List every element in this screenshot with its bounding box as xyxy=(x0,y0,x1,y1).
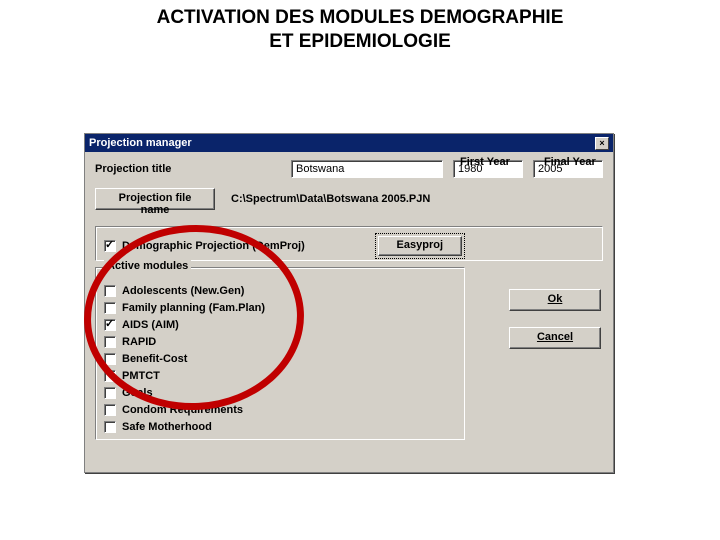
easyproj-button[interactable]: Easyproj xyxy=(378,236,462,256)
module-row: Benefit-Cost xyxy=(104,350,456,367)
easyproj-focus-ring: Easyproj xyxy=(375,233,465,259)
module-checkbox-pmtct[interactable] xyxy=(104,370,116,382)
module-label: Safe Motherhood xyxy=(122,421,212,433)
slide-title-line1: ACTIVATION DES MODULES DEMOGRAPHIE xyxy=(0,6,720,30)
slide-title: ACTIVATION DES MODULES DEMOGRAPHIE ET EP… xyxy=(0,0,720,54)
ok-button[interactable]: Ok xyxy=(509,289,601,311)
window-title: Projection manager xyxy=(89,137,192,149)
module-checkbox-safe-motherhood[interactable] xyxy=(104,421,116,433)
year-column-headers: First Year Final Year xyxy=(460,156,596,168)
module-row: Adolescents (New.Gen) xyxy=(104,282,456,299)
first-year-label: First Year xyxy=(460,156,510,168)
cancel-button[interactable]: Cancel xyxy=(509,327,601,349)
module-checkbox-goals[interactable] xyxy=(104,387,116,399)
titlebar: Projection manager × xyxy=(85,134,613,152)
active-modules-group: Active modules Adolescents (New.Gen)Fami… xyxy=(95,267,465,440)
projection-file-path: C:\Spectrum\Data\Botswana 2005.PJN xyxy=(225,193,430,205)
module-row: RAPID xyxy=(104,333,456,350)
demproj-checkbox[interactable] xyxy=(104,240,116,252)
projection-manager-dialog: Projection manager × First Year Final Ye… xyxy=(84,133,614,473)
active-modules-legend: Active modules xyxy=(104,260,191,272)
module-label: PMTCT xyxy=(122,370,160,382)
module-label: Adolescents (New.Gen) xyxy=(122,285,244,297)
projection-file-name-button[interactable]: Projection file name xyxy=(95,188,215,210)
close-button[interactable]: × xyxy=(595,137,609,150)
demproj-group: Demographic Projection (DemProj) Easypro… xyxy=(95,226,603,261)
module-row: Condom Requirements xyxy=(104,401,456,418)
module-row: Safe Motherhood xyxy=(104,418,456,435)
module-row: PMTCT xyxy=(104,367,456,384)
demproj-label: Demographic Projection (DemProj) xyxy=(122,240,305,252)
module-checkbox-adolescents-new-gen-[interactable] xyxy=(104,285,116,297)
module-row: Family planning (Fam.Plan) xyxy=(104,299,456,316)
final-year-label: Final Year xyxy=(544,156,596,168)
module-label: Benefit-Cost xyxy=(122,353,187,365)
module-label: RAPID xyxy=(122,336,156,348)
module-checkbox-rapid[interactable] xyxy=(104,336,116,348)
module-label: AIDS (AIM) xyxy=(122,319,179,331)
module-checkbox-family-planning-fam-plan-[interactable] xyxy=(104,302,116,314)
module-checkbox-condom-requirements[interactable] xyxy=(104,404,116,416)
projection-title-label: Projection title xyxy=(95,163,192,175)
projection-title-input[interactable] xyxy=(291,160,443,178)
module-label: Family planning (Fam.Plan) xyxy=(122,302,265,314)
slide-title-line2: ET EPIDEMIOLOGIE xyxy=(0,30,720,54)
module-label: Condom Requirements xyxy=(122,404,243,416)
module-label: Goals xyxy=(122,387,153,399)
module-checkbox-benefit-cost[interactable] xyxy=(104,353,116,365)
module-checkbox-aids-aim-[interactable] xyxy=(104,319,116,331)
module-row: AIDS (AIM) xyxy=(104,316,456,333)
module-row: Goals xyxy=(104,384,456,401)
